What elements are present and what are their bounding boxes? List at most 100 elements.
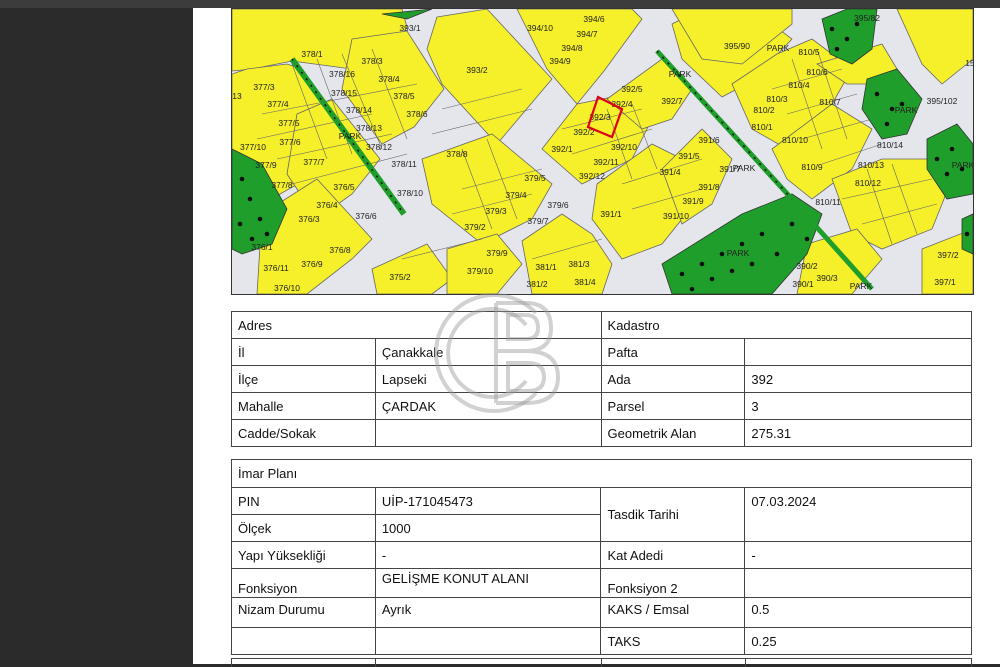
fonksiyon-label: Fonksiyon — [231, 568, 376, 598]
parcel-label: 377/4 — [267, 99, 289, 109]
parsel-label: Parsel — [600, 392, 746, 420]
parcel-label: 391/5 — [678, 151, 700, 161]
parcel-label: 390/3 — [816, 273, 838, 283]
parcel-label: 379/10 — [467, 266, 493, 276]
parcel-label: 15 — [965, 58, 973, 68]
pafta-label: Pafta — [600, 338, 746, 366]
mahalle-value: ÇARDAK — [374, 392, 602, 420]
parcel-label: 390/1 — [792, 279, 814, 289]
cadde-label: Cadde/Sokak — [231, 419, 376, 447]
parcel-label: 391/4 — [659, 167, 681, 177]
parcel-label: 13 — [232, 91, 242, 101]
parcel-label: 810/14 — [877, 140, 903, 150]
parcel-label: 397/2 — [937, 250, 959, 260]
parcel-label: 392/5 — [621, 84, 643, 94]
parcel-label: 394/8 — [561, 43, 583, 53]
cadde-value — [374, 419, 602, 447]
ilce-label: İlçe — [231, 365, 376, 393]
fonksiyon2-label: Fonksiyon 2 — [600, 568, 746, 598]
geometrik-alan-value: 275.31 — [744, 419, 972, 447]
parcel-label: 394/9 — [549, 56, 571, 66]
parcel-label: 810/10 — [782, 135, 808, 145]
parcel-label: 395/90 — [724, 41, 750, 51]
parcel-label: 810/7 — [819, 97, 841, 107]
parcel-label: 379/5 — [524, 173, 546, 183]
parcel-label: 392/11 — [593, 157, 619, 167]
parcel-label: 391/6 — [698, 135, 720, 145]
parcel-label: 810/5 — [798, 47, 820, 57]
parcel-label: 376/1 — [251, 242, 273, 252]
parcel-label: 378/4 — [378, 74, 400, 84]
parcel-label: 378/12 — [366, 142, 392, 152]
parcel-label: 376/9 — [301, 259, 323, 269]
parcel-label: 379/3 — [485, 206, 507, 216]
park-label: PARK — [952, 160, 973, 170]
parcel-label: 395/102 — [927, 96, 958, 106]
parcel-label: 378/6 — [406, 109, 428, 119]
yapi-yuksekligi-label: Yapı Yüksekliği — [231, 541, 376, 569]
parcel-label: 381/1 — [535, 262, 557, 272]
parcel-label: 810/12 — [855, 178, 881, 188]
parcel-label: 378/11 — [391, 159, 417, 169]
parcel-label: 392/7 — [661, 96, 683, 106]
parcel-label: 810/13 — [858, 160, 884, 170]
zoning-map: 393/1 393/2 394/10 394/6 394/7 394/8 394/9 395/… — [231, 8, 974, 295]
parcel-label: 377/10 — [240, 142, 266, 152]
parcel-label: 379/9 — [486, 248, 508, 258]
parcel-label: 376/4 — [316, 200, 338, 210]
park-label: PARK — [727, 248, 750, 258]
address-cadastre-table: Adres Kadastro İl Çanakkale Pafta İlçe L… — [231, 311, 973, 447]
parcel-label: 810/11 — [815, 197, 841, 207]
il-value: Çanakkale — [374, 338, 602, 366]
pin-label: PIN — [231, 487, 376, 515]
parcel-label: 397/1 — [934, 277, 956, 287]
parcel-label: 375/2 — [389, 272, 411, 282]
parcel-label: 393/1 — [399, 23, 421, 33]
parcel-label: 376/3 — [298, 214, 320, 224]
parcel-label: 376/11 — [263, 263, 289, 273]
mahalle-label: Mahalle — [231, 392, 376, 420]
nizam-value: Ayrık — [374, 597, 602, 628]
parcel-label: 395/82 — [854, 13, 880, 23]
pafta-value — [744, 338, 972, 366]
tasdik-label: Tasdik Tarihi — [600, 487, 746, 542]
address-header: Adres — [231, 311, 602, 339]
parcel-label: 376/5 — [333, 182, 355, 192]
parcel-label: 377/6 — [279, 137, 301, 147]
parcel-label: 379/4 — [505, 190, 527, 200]
parcel-label: 393/2 — [466, 65, 488, 75]
parcel-label: 379/2 — [464, 222, 486, 232]
viewer-top-strip — [0, 0, 1000, 8]
kaks-value: 0.5 — [744, 597, 972, 628]
empty-value — [374, 627, 602, 655]
parcel-label: 381/2 — [526, 279, 548, 289]
parcel-label: 394/10 — [527, 23, 553, 33]
parcel-label: 810/9 — [801, 162, 823, 172]
parcel-label: 810/6 — [806, 67, 828, 77]
parcel-label: 378/8 — [446, 149, 468, 159]
taks-label: TAKS — [600, 627, 746, 655]
next-table-edge — [231, 658, 972, 667]
yapi-yuksekligi-value: - — [374, 541, 602, 569]
empty-label — [231, 627, 376, 655]
parcel-label: 392/12 — [579, 171, 605, 181]
parcel-label: 376/10 — [274, 283, 300, 293]
parcel-label: 810/3 — [766, 94, 788, 104]
parcel-label: 378/15 — [331, 88, 357, 98]
parcel-label: 378/5 — [393, 91, 415, 101]
ada-value: 392 — [744, 365, 972, 393]
parcel-label: 377/5 — [278, 118, 300, 128]
parcel-label: 378/1 — [301, 49, 323, 59]
geometrik-alan-label: Geometrik Alan — [600, 419, 746, 447]
park-label: PARK — [339, 131, 362, 141]
parcel-label: 392/1 — [551, 144, 573, 154]
parcel-label: 391/1 — [600, 209, 622, 219]
il-label: İl — [231, 338, 376, 366]
parcel-label: 391/10 — [663, 211, 689, 221]
parcel-label: 376/6 — [355, 211, 377, 221]
park-label: PARK — [733, 163, 756, 173]
taks-value: 0.25 — [744, 627, 972, 655]
parcel-label: 377/8 — [271, 180, 293, 190]
parcel-label: 810/1 — [751, 122, 773, 132]
park-label: PARK — [669, 69, 692, 79]
